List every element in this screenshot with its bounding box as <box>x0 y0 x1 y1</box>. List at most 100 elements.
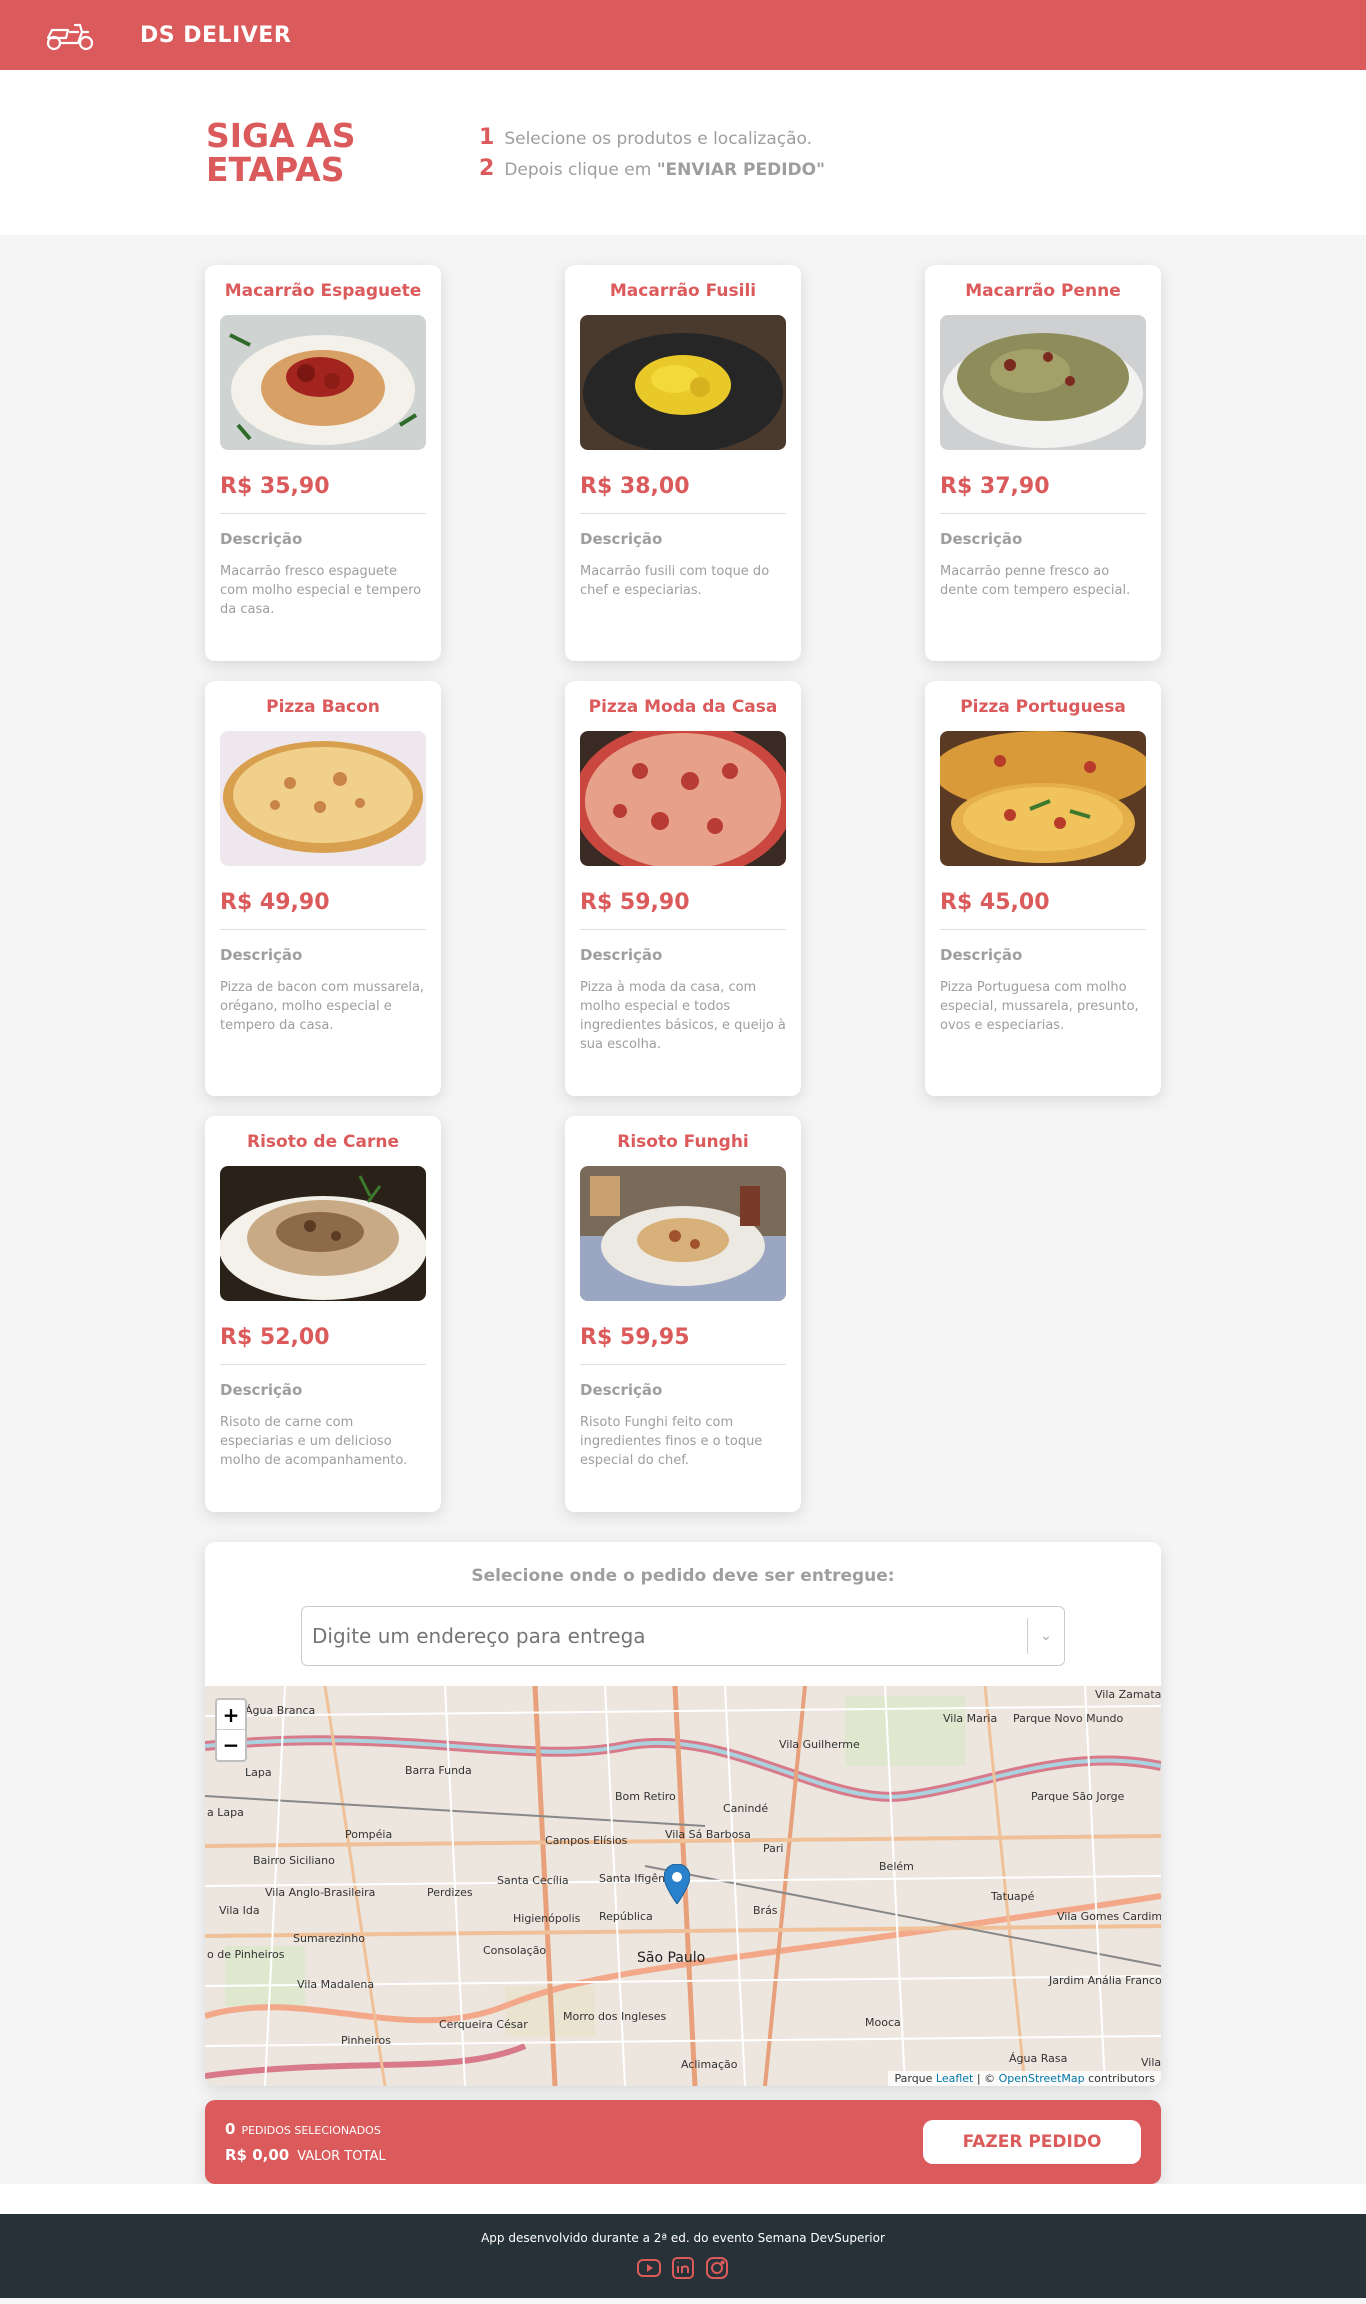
steps-title-line1: SIGA AS <box>206 115 356 155</box>
product-name: Pizza Portuguesa <box>960 697 1126 717</box>
description-label: Descrição <box>580 530 663 548</box>
description-label: Descrição <box>940 530 1023 548</box>
map-label: Canindé <box>723 1802 769 1815</box>
selected-count-label: PEDIDOS SELECIONADOS <box>241 2124 381 2137</box>
step-item: 1 Selecione os produtos e localização. <box>479 125 825 150</box>
map-label: Água Branca <box>245 1704 316 1717</box>
step-text: Selecione os produtos e localização. <box>504 128 813 149</box>
pizza-bacon-image <box>220 731 426 866</box>
map-label: Vila Ida <box>219 1904 260 1917</box>
map-pin-icon[interactable] <box>664 1864 690 1904</box>
map-label: Morro dos Ingleses <box>563 2010 667 2023</box>
fusili-image <box>580 315 786 450</box>
product-image <box>580 315 786 450</box>
leaflet-link[interactable]: Leaflet <box>936 2072 973 2085</box>
map-label: Sumarezinho <box>293 1932 365 1945</box>
zoom-in-button[interactable]: + <box>217 1700 245 1730</box>
description-label: Descrição <box>940 946 1023 964</box>
product-description: Macarrão fusili com toque do chef e espe… <box>580 564 770 598</box>
product-description: Macarrão penne fresco ao dente com tempe… <box>940 564 1131 598</box>
product-card[interactable]: Risoto de Carne R$ 52,00 Descrição Risot… <box>205 1116 441 1512</box>
product-name: Risoto Funghi <box>617 1132 749 1152</box>
product-card[interactable]: Macarrão Fusili R$ 38,00 Descrição Macar… <box>565 265 801 661</box>
place-order-button[interactable]: FAZER PEDIDO <box>923 2120 1141 2164</box>
address-placeholder[interactable]: Digite um endereço para entrega <box>302 1624 1027 1648</box>
description-label: Descrição <box>220 530 303 548</box>
map-label: Belém <box>879 1860 914 1873</box>
description-label: Descrição <box>580 946 663 964</box>
map-label: Vila Anglo-Brasileira <box>265 1886 376 1899</box>
product-description: Pizza à moda da casa, com molho especial… <box>580 980 786 1052</box>
map-attribution: Parque Leaflet | © OpenStreetMap contrib… <box>888 2071 1161 2086</box>
map-label: Bairro Siciliano <box>253 1854 335 1867</box>
pizza-portuguesa-image <box>940 731 1146 866</box>
step-text-plain: Depois clique em <box>504 159 657 180</box>
description-label: Descrição <box>580 1381 663 1399</box>
step-text: Depois clique em "ENVIAR PEDIDO" <box>504 160 825 180</box>
summary-text: 0 PEDIDOS SELECIONADOS R$ 0,00 VALOR TOT… <box>225 2120 386 2164</box>
product-price: R$ 59,95 <box>580 1325 786 1365</box>
attribution-separator: | © <box>973 2072 999 2085</box>
navbar: DS DELIVER <box>0 0 1366 70</box>
step-text-bold: "ENVIAR PEDIDO" <box>656 159 825 180</box>
map-label: Vila Maria <box>943 1712 998 1725</box>
product-card[interactable]: Pizza Portuguesa R$ 45,00 Descrição Pizz… <box>925 681 1161 1096</box>
youtube-icon[interactable] <box>636 2255 662 2281</box>
product-card[interactable]: Pizza Moda da Casa R$ 59,90 Descrição Pi… <box>565 681 801 1096</box>
product-price: R$ 35,90 <box>220 474 426 514</box>
product-name: Risoto de Carne <box>246 1132 400 1152</box>
product-price: R$ 45,00 <box>940 890 1146 930</box>
footer-text: App desenvolvido durante a 2ª ed. do eve… <box>481 2231 885 2245</box>
product-price: R$ 59,90 <box>580 890 786 930</box>
steps-title-line2: ETAPAS <box>206 149 345 189</box>
map-label: Água Rasa <box>1009 2052 1068 2065</box>
attribution-tail: contributors <box>1084 2072 1155 2085</box>
product-description: Macarrão fresco espaguete com molho espe… <box>220 564 422 617</box>
product-description: Pizza de bacon com mussarela, orégano, m… <box>220 980 425 1033</box>
product-card[interactable]: Macarrão Penne R$ 37,90 Descrição Macarr… <box>925 265 1161 661</box>
product-description: Risoto de carne com especiarias e um del… <box>220 1415 408 1468</box>
linkedin-icon[interactable] <box>670 2255 696 2281</box>
map-label: Vila Sá Barbosa <box>665 1828 751 1841</box>
chevron-down-icon[interactable]: ⌄ <box>1028 1628 1064 1644</box>
product-price: R$ 38,00 <box>580 474 786 514</box>
osm-link[interactable]: OpenStreetMap <box>999 2072 1085 2085</box>
steps-section: SIGA AS ETAPAS 1 Selecione os produtos e… <box>0 70 1366 235</box>
risoto-carne-image <box>220 1166 426 1301</box>
product-image <box>220 731 426 866</box>
motorcycle-icon[interactable] <box>44 18 96 52</box>
map-label: Bom Retiro <box>615 1790 676 1803</box>
map-label: Campos Elísios <box>545 1834 628 1847</box>
total-label: VALOR TOTAL <box>297 2149 386 2164</box>
product-image <box>940 731 1146 866</box>
zoom-control: + − <box>215 1698 247 1762</box>
map-label: Vila Madalena <box>297 1978 375 1991</box>
attribution-lead: Parque <box>894 2072 936 2085</box>
instagram-icon[interactable] <box>704 2255 730 2281</box>
selected-count-row: 0 PEDIDOS SELECIONADOS <box>225 2120 386 2138</box>
brand-name[interactable]: DS DELIVER <box>140 23 291 48</box>
map-label: Lapa <box>245 1766 272 1779</box>
map-label: Jardim Anália Franco <box>1049 1974 1161 1987</box>
map-label: Consolação <box>483 1944 547 1957</box>
map-label: Brás <box>753 1904 778 1917</box>
risoto-funghi-image <box>580 1166 786 1301</box>
product-name: Macarrão Penne <box>965 281 1121 301</box>
product-card[interactable]: Risoto Funghi R$ 59,95 Descrição Risoto … <box>565 1116 801 1512</box>
map-label: Cerqueira César <box>439 2018 528 2031</box>
total-row: R$ 0,00 VALOR TOTAL <box>225 2146 386 2164</box>
delivery-map[interactable]: Água Branca Lapa Barra Funda Bom Retiro … <box>205 1686 1161 2086</box>
product-card[interactable]: Pizza Bacon R$ 49,90 Descrição Pizza de … <box>205 681 441 1096</box>
map-label: Vila Guilherme <box>779 1738 860 1751</box>
product-card[interactable]: Macarrão Espaguete R$ 35,90 Descrição Ma… <box>205 265 441 661</box>
map-label: Pari <box>763 1842 784 1855</box>
product-image <box>580 731 786 866</box>
steps-list: 1 Selecione os produtos e localização. 2… <box>479 119 825 187</box>
product-price: R$ 37,90 <box>940 474 1146 514</box>
step-item: 2 Depois clique em "ENVIAR PEDIDO" <box>479 156 825 181</box>
address-select[interactable]: Digite um endereço para entrega ⌄ <box>301 1606 1065 1666</box>
map-label-city: São Paulo <box>637 1950 706 1966</box>
social-icons <box>636 2255 730 2281</box>
zoom-out-button[interactable]: − <box>217 1730 245 1760</box>
product-description: Risoto Funghi feito com ingredientes fin… <box>580 1415 763 1468</box>
